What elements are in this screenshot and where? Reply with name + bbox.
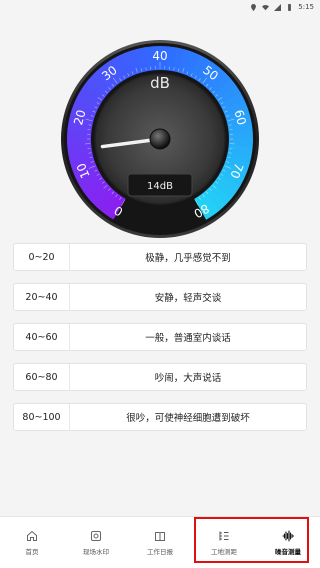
noise-level-list: 0~20 极静，几乎感觉不到 20~40 安静，轻声交谈 40~60 一般，普通室内谈话 6… <box>13 243 307 443</box>
status-time: 5:15 <box>298 3 314 11</box>
status-bar: 5:15 <box>0 0 320 14</box>
ruler-list-icon <box>219 531 229 540</box>
signal-icon <box>274 3 282 11</box>
battery-icon <box>288 3 292 11</box>
level-range: 20~40 <box>14 284 70 310</box>
home-icon <box>27 530 37 541</box>
level-row: 0~20 极静，几乎感觉不到 <box>13 243 307 271</box>
wifi-icon <box>262 4 270 10</box>
level-range: 60~80 <box>14 364 70 390</box>
camera-icon <box>91 530 101 541</box>
soundwave-icon <box>282 529 294 542</box>
level-description: 安静，轻声交谈 <box>154 293 222 304</box>
tab-watermark[interactable]: 现场水印 <box>64 517 128 568</box>
gauge-needle-hub <box>149 128 171 150</box>
level-row: 40~60 一般，普通室内谈话 <box>13 323 307 351</box>
bottom-tab-bar: 首页 现场水印 工作日报 工地测距 噪音测量 <box>0 516 320 568</box>
tab-daily-report-label: 工作日报 <box>147 547 173 556</box>
location-icon <box>251 3 257 11</box>
level-row: 80~100 很吵，可使神经细胞遭到破坏 <box>13 403 307 431</box>
sound-meter-gauge: 0 10 20 30 40 50 60 70 80 dB 14dB <box>0 14 320 240</box>
level-row: 60~80 吵闹，大声说话 <box>13 363 307 391</box>
level-range: 40~60 <box>14 324 70 350</box>
level-description: 吵闹，大声说话 <box>154 373 222 384</box>
level-range: 0~20 <box>14 244 70 270</box>
book-icon <box>155 531 165 541</box>
level-description: 很吵，可使神经细胞遭到破坏 <box>126 413 250 424</box>
level-description: 一般，普通室内谈话 <box>145 333 231 344</box>
tab-distance[interactable]: 工地测距 <box>192 517 256 568</box>
tab-daily-report[interactable]: 工作日报 <box>128 517 192 568</box>
gauge-scale-label: 40 <box>152 49 167 63</box>
tab-noise-meter[interactable]: 噪音测量 <box>256 517 320 568</box>
level-description: 极静，几乎感觉不到 <box>145 253 231 264</box>
tab-home-label: 首页 <box>25 547 39 556</box>
tab-distance-label: 工地测距 <box>211 547 237 556</box>
gauge-unit-label: dB <box>150 74 170 92</box>
tab-watermark-label: 现场水印 <box>83 547 109 556</box>
level-range: 80~100 <box>14 404 70 430</box>
gauge-readout: 14dB <box>147 181 173 192</box>
tab-home[interactable]: 首页 <box>0 517 64 568</box>
level-row: 20~40 安静，轻声交谈 <box>13 283 307 311</box>
tab-noise-meter-label: 噪音测量 <box>275 547 301 556</box>
gauge-dial: 01020304050607080 dB 14dB <box>61 40 259 238</box>
